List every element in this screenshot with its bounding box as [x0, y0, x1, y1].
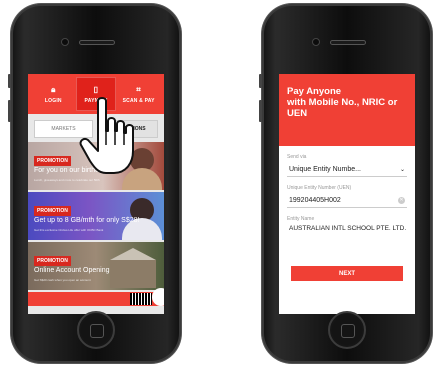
promo-title: Get up to 8 GB/mth for only S$28! — [34, 217, 140, 224]
pay-anyone-header: Pay Anyone with Mobile No., NRIC or UEN — [279, 74, 415, 146]
send-via-value: Unique Entity Numbe... — [289, 166, 361, 173]
phone-side-button — [259, 74, 262, 88]
send-via-label: Send via — [287, 154, 307, 160]
phone-side-button — [8, 74, 11, 88]
phone-volume-button — [8, 100, 11, 122]
qr-badge — [152, 288, 164, 306]
login-button[interactable]: 🔒︎ LOGIN — [33, 77, 73, 111]
entity-name-value: AUSTRALIAN INTL SCHOOL PTE. LTD. — [289, 225, 407, 232]
phone-camera — [61, 38, 69, 46]
chevron-down-icon: ⌄ — [399, 167, 405, 173]
right-screen: Pay Anyone with Mobile No., NRIC or UEN … — [279, 74, 415, 314]
qr-promo-strip[interactable] — [28, 288, 164, 306]
hand-pointer-icon — [79, 97, 134, 174]
login-label: LOGIN — [44, 97, 62, 104]
phone-left: 🔒︎ LOGIN ▯ PAYNOW ⌗ SCAN & PAY MARKETS P… — [8, 4, 181, 363]
home-button[interactable] — [77, 311, 115, 349]
paynow-icon: ▯ — [93, 84, 99, 94]
header-line-1: Pay Anyone — [287, 86, 342, 97]
promo-title: Online Account Opening — [34, 267, 110, 274]
uen-value: 199204405H002 — [289, 197, 341, 204]
promo-tag: PROMOTION — [34, 156, 71, 166]
promo-image-house — [110, 248, 156, 288]
phone-camera — [312, 38, 320, 46]
home-button[interactable] — [328, 311, 366, 349]
send-via-select[interactable]: Unique Entity Numbe... ⌄ — [287, 163, 407, 177]
phone-right: Pay Anyone with Mobile No., NRIC or UEN … — [259, 4, 432, 363]
promo-tag: PROMOTION — [34, 256, 71, 266]
promo-card-account-opening[interactable]: PROMOTION Online Account Opening Get S$2… — [28, 242, 164, 290]
clear-icon[interactable]: ✕ — [398, 197, 405, 204]
promo-tag: PROMOTION — [34, 206, 71, 216]
promo-subtitle: Get this exclusive Circles.Life offer wi… — [34, 228, 104, 232]
next-button[interactable]: NEXT — [291, 266, 403, 281]
promo-subtitle: Get S$20 cash when you open an account — [34, 278, 91, 282]
phone-volume-button — [259, 100, 262, 122]
phone-speaker — [79, 40, 115, 45]
qr-code-icon — [130, 293, 152, 305]
entity-name-label: Entity Name — [287, 216, 315, 222]
uen-label: Unique Entity Number (UEN) — [287, 185, 352, 191]
header-line-2: with Mobile No., NRIC or — [287, 97, 398, 108]
uen-input[interactable]: 199204405H002 ✕ — [287, 194, 407, 208]
phone-speaker — [330, 40, 366, 45]
promo-card-data-plan[interactable]: PROMOTION Get up to 8 GB/mth for only S$… — [28, 192, 164, 240]
promo-subtitle: Lunch, giveaways and more to celebrate o… — [34, 178, 100, 182]
lock-icon: 🔒︎ — [51, 84, 56, 94]
scan-icon: ⌗ — [136, 84, 141, 94]
header-line-3: UEN — [287, 108, 308, 119]
